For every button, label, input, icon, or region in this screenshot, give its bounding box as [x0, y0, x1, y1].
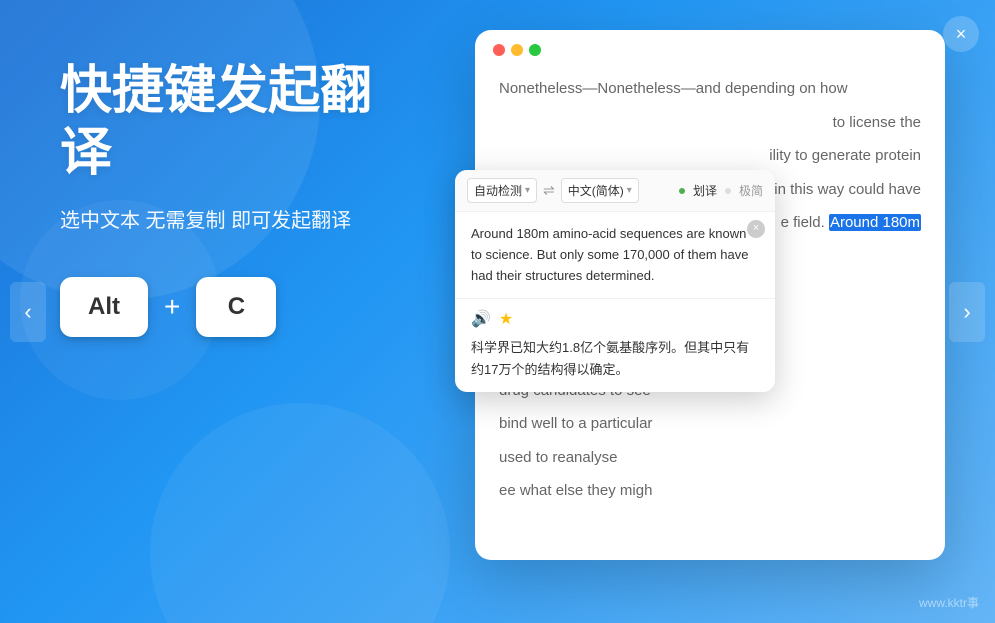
maximize-dot: [529, 44, 541, 56]
popup-action-icons: 🔊 ★: [471, 309, 759, 329]
window-controls: [475, 30, 945, 66]
watermark: www.kktr事: [919, 594, 979, 611]
right-arrow-icon: ›: [963, 299, 970, 325]
plus-sign: +: [164, 291, 180, 323]
key-alt: Alt: [60, 277, 148, 337]
translation-text: 科学界已知大约1.8亿个氨基酸序列。但其中只有约17万个的结构得以确定。: [471, 337, 759, 381]
doc-line-12: used to reanalyse: [499, 445, 921, 471]
subtitle: 选中文本 无需复制 即可发起翻译: [60, 205, 420, 237]
next-arrow[interactable]: ›: [949, 282, 985, 342]
subtitle-line1: 选中文本 无需复制: [60, 210, 226, 232]
source-lang-select[interactable]: 自动检测 ▾: [467, 178, 537, 203]
star-icon[interactable]: ★: [499, 309, 513, 329]
translate-dot: [679, 188, 685, 194]
target-lang-label: 中文(简体): [568, 182, 624, 199]
popup-mode-labels: 划译 极简: [679, 182, 763, 199]
doc-line-13: ee what else they migh: [499, 478, 921, 504]
close-dot: [493, 44, 505, 56]
doc-line-3: ility to generate protein: [499, 143, 921, 169]
popup-content: 🔊 ★ 科学界已知大约1.8亿个氨基酸序列。但其中只有约17万个的结构得以确定。: [471, 309, 759, 381]
app-container: × ‹ › 快捷键发起翻译 选中文本 无需复制 即可发起翻译 Alt + C: [0, 0, 995, 623]
fast-label: 极简: [739, 182, 763, 199]
doc-line-11: bind well to a particular: [499, 411, 921, 437]
doc-line-1: Nonetheless—Nonetheless—and depending on…: [499, 76, 921, 102]
left-panel: 快捷键发起翻译 选中文本 无需复制 即可发起翻译 Alt + C: [60, 60, 420, 337]
translation-popup: 自动检测 ▾ ⇌ 中文(简体) ▾ 划译 极简 Around 180m amin…: [455, 170, 775, 392]
right-panel: Nonetheless—Nonetheless—and depending on…: [455, 30, 945, 590]
bg-decoration-2: [150, 403, 450, 623]
source-text-content: Around 180m amino-acid sequences are kno…: [471, 226, 749, 283]
close-button[interactable]: ×: [943, 16, 979, 52]
left-arrow-icon: ‹: [24, 299, 31, 325]
select-arrow-icon: ▾: [525, 185, 530, 196]
keyboard-combo: Alt + C: [60, 277, 420, 337]
source-lang-label: 自动检测: [474, 182, 522, 199]
popup-translation-area: 🔊 ★ 科学界已知大约1.8亿个氨基酸序列。但其中只有约17万个的结构得以确定。: [455, 299, 775, 391]
key-c: C: [196, 277, 276, 337]
swap-lang-icon[interactable]: ⇌: [543, 182, 555, 199]
popup-source-text: Around 180m amino-acid sequences are kno…: [455, 212, 775, 299]
translate-label: 划译: [693, 182, 717, 199]
popup-toolbar: 自动检测 ▾ ⇌ 中文(简体) ▾ 划译 极简: [455, 170, 775, 212]
doc-line-2: to license the: [499, 110, 921, 136]
select-arrow-icon-2: ▾: [627, 185, 632, 196]
popup-close-button[interactable]: ×: [747, 220, 765, 238]
page-title: 快捷键发起翻译: [60, 60, 420, 185]
target-lang-select[interactable]: 中文(简体) ▾: [561, 178, 639, 203]
prev-arrow[interactable]: ‹: [10, 282, 46, 342]
subtitle-line2: 即可发起翻译: [231, 210, 351, 232]
fast-dot: [725, 188, 731, 194]
close-icon: ×: [956, 24, 967, 45]
minimize-dot: [511, 44, 523, 56]
speaker-icon[interactable]: 🔊: [471, 309, 491, 329]
